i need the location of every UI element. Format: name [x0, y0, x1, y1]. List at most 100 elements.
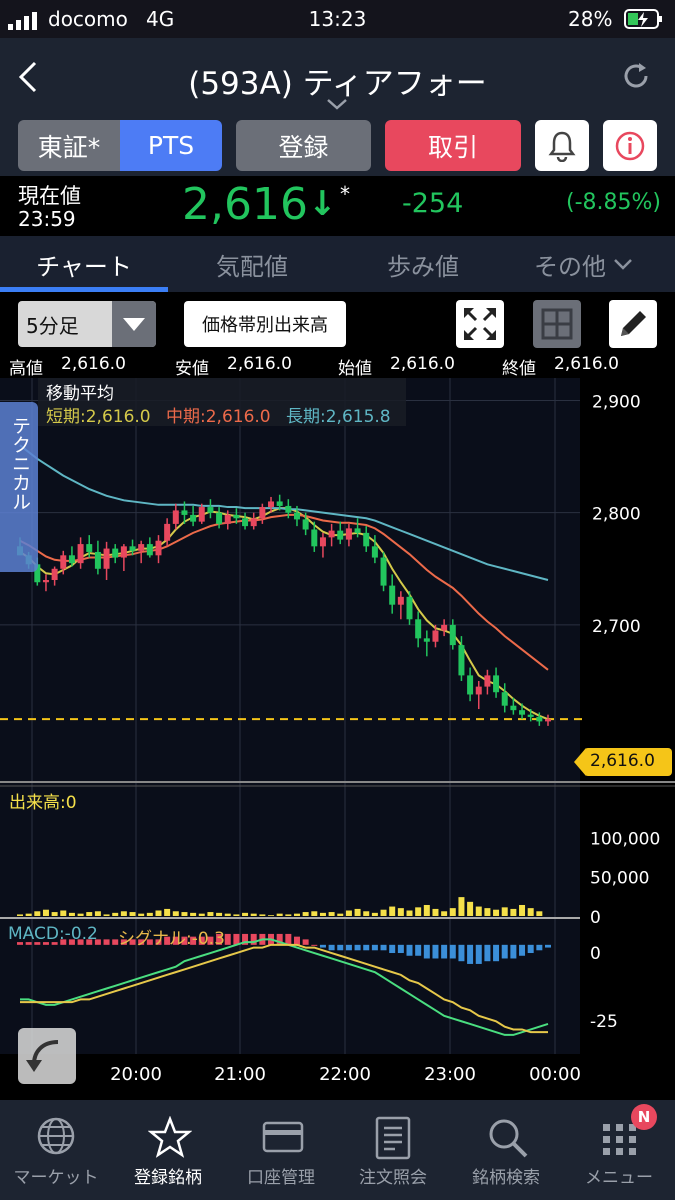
star-icon — [148, 1116, 192, 1158]
candle-body — [380, 557, 387, 586]
pencil-icon — [621, 311, 646, 336]
price-asterisk: * — [340, 182, 350, 206]
nav-account[interactable]: 口座管理 — [225, 1100, 337, 1200]
tab-quotes[interactable]: 気配値 — [168, 236, 336, 292]
volume-bar — [190, 912, 197, 916]
candle-body — [536, 716, 543, 722]
long-ma-value: 長期:2,615.8 — [286, 407, 391, 427]
price-row: 現在値 23:59 2,616 ↓ * -254 (-8.85%) — [0, 176, 675, 236]
candle-body — [519, 710, 526, 715]
stock-chart-svg[interactable]: 2,900 2,800 2,700 100,000 50,000 0 0 -25 20:00 21… — [0, 378, 675, 1100]
chart-toolbar: 5分足 価格帯別出来高 — [0, 292, 675, 354]
volume-bar — [146, 912, 153, 916]
nav-watchlist[interactable]: 登録銘柄 — [112, 1100, 224, 1200]
draw-button[interactable] — [609, 300, 657, 348]
macd-histogram-bar — [536, 944, 543, 951]
technical-side-tab[interactable]: テクニカル — [0, 402, 38, 572]
pts-market-button[interactable]: PTS — [120, 120, 222, 171]
volume-bar — [536, 911, 543, 916]
volume-axis-label: 0 — [590, 908, 601, 928]
volume-bar — [42, 909, 49, 916]
nav-market[interactable]: マーケット — [0, 1100, 112, 1200]
candle-body — [103, 548, 110, 569]
volume-bar — [406, 910, 413, 916]
volume-bar — [467, 901, 474, 916]
candle-body — [501, 692, 508, 706]
alert-bell-button[interactable] — [535, 120, 589, 171]
candle-body — [138, 544, 145, 551]
low-value: 2,616.0 — [227, 354, 292, 374]
technical-tab-label: テクニカル — [9, 416, 31, 511]
refresh-icon[interactable] — [620, 60, 652, 96]
candle-body — [164, 523, 171, 541]
macd-histogram-bar — [458, 944, 465, 962]
candle-body — [146, 544, 153, 556]
expand-icon — [464, 308, 496, 340]
macd-histogram-bar — [224, 933, 231, 945]
volume-bar — [94, 911, 101, 916]
nav-orders[interactable]: 注文照会 — [337, 1100, 449, 1200]
candle-body — [198, 507, 205, 522]
interval-value: 5分足 — [26, 314, 79, 338]
price-change-percent: (-8.85%) — [566, 190, 661, 215]
tse-market-button[interactable]: 東証* — [18, 120, 120, 171]
candle-body — [345, 528, 352, 540]
battery-icon — [624, 8, 664, 35]
candle-body — [371, 546, 378, 558]
macd-histogram-bar — [449, 944, 456, 959]
moving-average-legend: 移動平均 短期:2,616.0 中期:2,616.0 長期:2,615.8 — [38, 378, 406, 427]
volume-bar — [233, 914, 240, 916]
trade-button[interactable]: 取引 — [385, 120, 521, 171]
chart-area[interactable]: 2,900 2,800 2,700 100,000 50,000 0 0 -25 20:00 21… — [0, 378, 675, 1100]
candle-body — [545, 719, 551, 722]
interval-select[interactable]: 5分足 — [18, 301, 156, 347]
macd-histogram-bar — [389, 944, 396, 954]
current-price-label: 現在値 — [18, 184, 81, 208]
volume-bar — [155, 910, 162, 916]
candle-body — [354, 528, 361, 533]
candle-body — [510, 705, 517, 711]
tab-chart[interactable]: チャート — [0, 236, 168, 292]
macd-histogram-bar — [319, 944, 326, 948]
candle-body — [363, 532, 370, 547]
signal-label: シグナル:-0.3 — [118, 929, 225, 949]
volume-bar — [164, 908, 171, 916]
volume-bar — [363, 911, 370, 916]
high-label: 高値 — [9, 359, 43, 379]
candle-body — [250, 518, 257, 527]
tab-other-label: その他 — [534, 252, 606, 281]
fullscreen-button[interactable] — [456, 300, 504, 348]
volume-bar — [198, 913, 205, 916]
volume-bar — [86, 912, 93, 916]
candle-body — [216, 512, 223, 524]
volume-bar — [68, 912, 75, 916]
volume-profile-button[interactable]: 価格帯別出来高 — [184, 301, 346, 347]
candle-body — [224, 514, 231, 524]
volume-bar — [120, 911, 127, 916]
candle-body — [319, 537, 326, 547]
close-value: 2,616.0 — [554, 354, 619, 374]
volume-bar — [242, 912, 249, 916]
scroll-back-button[interactable] — [18, 1028, 76, 1084]
nav-menu[interactable]: N メニュー — [563, 1100, 675, 1200]
macd-histogram-bar — [415, 944, 422, 956]
volume-bar — [60, 910, 67, 916]
chevron-down-icon[interactable] — [325, 96, 349, 115]
layout-button[interactable] — [533, 300, 581, 348]
candle-body — [233, 514, 240, 519]
candle-body — [302, 519, 309, 530]
tab-other[interactable]: その他 — [500, 236, 668, 292]
tab-tick-history[interactable]: 歩み値 — [339, 236, 507, 292]
candle-body — [475, 686, 482, 695]
volume-bar — [493, 909, 500, 916]
macd-histogram-bar — [250, 933, 257, 945]
nav-search[interactable]: 銘柄検索 — [450, 1100, 562, 1200]
volume-bar — [172, 911, 179, 916]
volume-bar — [397, 908, 404, 916]
info-button[interactable] — [603, 120, 657, 171]
register-button[interactable]: 登録 — [236, 120, 371, 171]
candle-body — [527, 714, 534, 717]
macd-histogram-bar — [103, 939, 110, 945]
return-arrow-icon — [26, 1040, 59, 1072]
candle-body — [68, 555, 75, 564]
